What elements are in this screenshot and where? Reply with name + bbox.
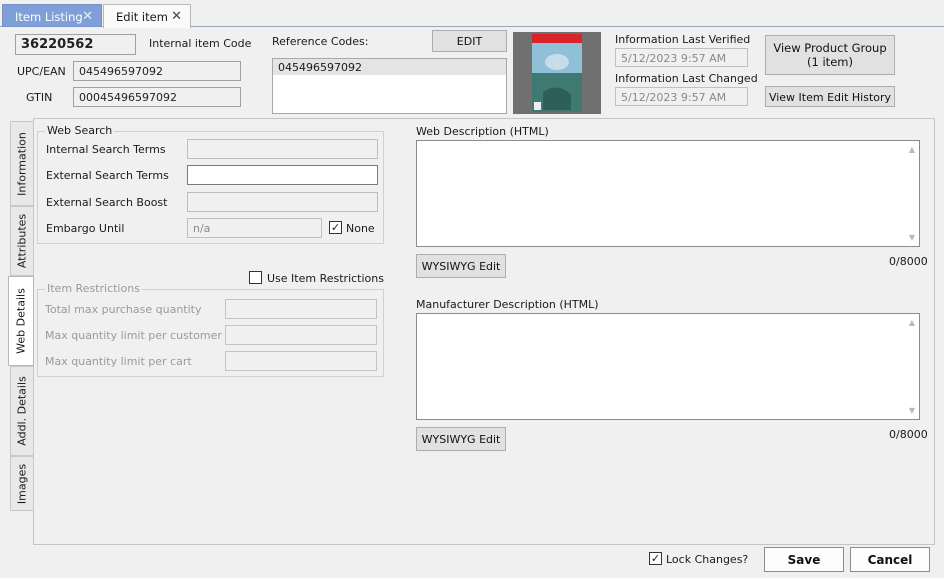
tab-web-details-label: Web Details <box>14 288 28 354</box>
tab-images-label: Images <box>15 463 29 504</box>
view-product-group-label: View Product Group <box>773 41 887 55</box>
max-per-cart-label: Max quantity limit per cart <box>45 355 192 368</box>
side-tab-strip: Information Attributes Web Details Addl.… <box>8 121 34 511</box>
internal-search-terms-label: Internal Search Terms <box>46 143 166 156</box>
info-verified-field: 5/12/2023 9:57 AM <box>615 48 748 67</box>
scroll-down-icon[interactable]: ▼ <box>909 233 915 242</box>
tab-addl-details-label: Addl. Details <box>15 376 29 446</box>
total-max-field <box>225 299 377 319</box>
use-item-restrictions-label: Use Item Restrictions <box>267 272 384 285</box>
gtin-label: GTIN <box>26 91 53 104</box>
manufacturer-description-wysiwyg-button[interactable]: WYSIWYG Edit <box>416 427 506 451</box>
item-code-field[interactable]: 36220562 <box>15 34 136 55</box>
tab-web-details[interactable]: Web Details <box>8 276 34 366</box>
max-per-customer-field <box>225 325 377 345</box>
item-restrictions-title: Item Restrictions <box>45 282 142 295</box>
info-changed-label: Information Last Changed <box>615 72 758 85</box>
close-icon[interactable]: ✕ <box>171 9 182 24</box>
tab-item-listing[interactable]: Item Listing ✕ <box>2 4 102 27</box>
scroll-up-icon[interactable]: ▲ <box>909 145 915 154</box>
max-per-cart-field <box>225 351 377 371</box>
document-tab-strip: Item Listing ✕ Edit item ✕ <box>0 0 944 28</box>
web-description-wysiwyg-button[interactable]: WYSIWYG Edit <box>416 254 506 278</box>
external-search-terms-field[interactable] <box>187 165 378 185</box>
max-per-customer-label: Max quantity limit per customer <box>45 329 222 342</box>
tab-addl-details[interactable]: Addl. Details <box>10 366 34 456</box>
web-description-count: 0/8000 <box>889 255 928 268</box>
product-image <box>513 32 601 114</box>
game-cover-image <box>513 32 601 114</box>
gtin-field[interactable]: 00045496597092 <box>73 87 241 107</box>
lock-changes-checkbox[interactable]: ✓ <box>649 552 662 565</box>
manufacturer-description-label: Manufacturer Description (HTML) <box>416 298 599 311</box>
web-description-textarea[interactable]: ▲ ▼ <box>416 140 920 247</box>
scroll-down-icon[interactable]: ▼ <box>909 406 915 415</box>
close-icon[interactable]: ✕ <box>82 9 93 24</box>
internal-search-terms-field[interactable] <box>187 139 378 159</box>
manufacturer-description-count: 0/8000 <box>889 428 928 441</box>
tab-information[interactable]: Information <box>10 121 34 206</box>
lock-changes-label: Lock Changes? <box>666 553 749 566</box>
upc-label: UPC/EAN <box>17 65 66 78</box>
embargo-none-label: None <box>346 222 375 235</box>
scroll-up-icon[interactable]: ▲ <box>909 318 915 327</box>
use-item-restrictions-checkbox[interactable] <box>249 271 262 284</box>
reference-codes-list[interactable]: 045496597092 <box>272 58 507 114</box>
reference-codes-label: Reference Codes: <box>272 35 369 48</box>
tab-edit-item[interactable]: Edit item ✕ <box>103 4 191 28</box>
info-verified-label: Information Last Verified <box>615 33 751 46</box>
view-product-group-button[interactable]: View Product Group (1 item) <box>765 35 895 75</box>
total-max-label: Total max purchase quantity <box>45 303 202 316</box>
embargo-none-checkbox[interactable]: ✓ <box>329 221 342 234</box>
tab-attributes[interactable]: Attributes <box>10 206 34 276</box>
tab-edit-item-label: Edit item <box>116 10 168 24</box>
upc-field[interactable]: 045496597092 <box>73 61 241 81</box>
embargo-until-field[interactable]: n/a <box>187 218 322 238</box>
external-search-terms-label: External Search Terms <box>46 169 169 182</box>
manufacturer-description-textarea[interactable]: ▲ ▼ <box>416 313 920 420</box>
save-button[interactable]: Save <box>764 547 844 572</box>
cancel-button[interactable]: Cancel <box>850 547 930 572</box>
web-search-title: Web Search <box>45 124 115 137</box>
list-item[interactable]: 045496597092 <box>273 59 506 75</box>
edit-reference-codes-button[interactable]: EDIT <box>432 30 507 52</box>
view-product-group-count: (1 item) <box>807 54 853 69</box>
info-changed-field: 5/12/2023 9:57 AM <box>615 87 748 106</box>
external-search-boost-field[interactable] <box>187 192 378 212</box>
view-item-edit-history-button[interactable]: View Item Edit History <box>765 86 895 107</box>
external-search-boost-label: External Search Boost <box>46 196 168 209</box>
tab-attributes-label: Attributes <box>15 213 29 269</box>
internal-item-code-label: Internal item Code <box>149 37 252 50</box>
tab-images[interactable]: Images <box>10 456 34 511</box>
tab-item-listing-label: Item Listing <box>15 10 83 24</box>
tab-information-label: Information <box>15 131 29 196</box>
embargo-until-label: Embargo Until <box>46 222 125 235</box>
web-description-label: Web Description (HTML) <box>416 125 549 138</box>
